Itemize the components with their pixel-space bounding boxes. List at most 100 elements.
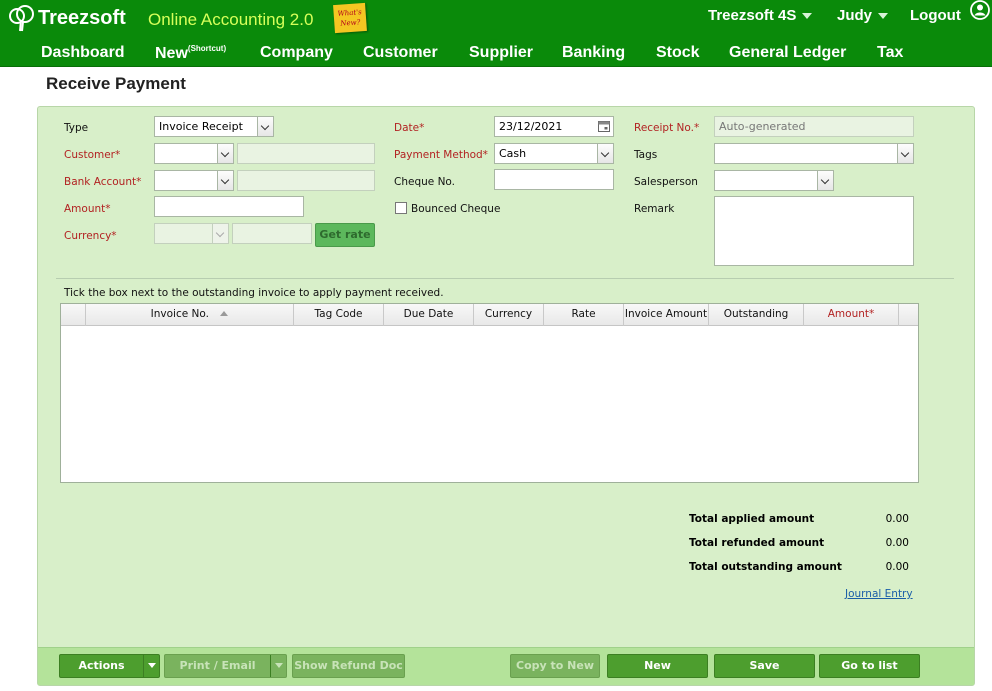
user-circle-icon[interactable] xyxy=(970,0,990,20)
chevron-down-icon xyxy=(878,12,889,19)
top-bar: Treezsoft Online Accounting 2.0 What's N… xyxy=(0,0,992,36)
company-name: Treezsoft 4S xyxy=(708,7,797,24)
get-rate-button[interactable]: Get rate xyxy=(315,223,375,247)
logout-link[interactable]: Logout xyxy=(910,7,961,24)
column-invoice-amount[interactable]: Invoice Amount xyxy=(624,304,709,326)
date-label: Date* xyxy=(394,122,425,134)
calendar-icon[interactable] xyxy=(598,120,610,132)
remark-label: Remark xyxy=(634,203,675,215)
main-nav: Dashboard New(Shortcut) Company Customer… xyxy=(0,36,992,67)
receipt-no-label: Receipt No.* xyxy=(634,122,700,134)
receive-payment-form: Type Invoice Receipt Customer* Bank Acco… xyxy=(37,106,975,686)
bounced-cheque-label: Bounced Cheque xyxy=(411,203,501,215)
action-bar: Actions Print / Email Show Refund Doc Co… xyxy=(38,647,974,685)
copy-to-new-button[interactable]: Copy to New xyxy=(510,654,600,678)
actions-label: Actions xyxy=(78,659,125,672)
tagline: Online Accounting 2.0 xyxy=(148,10,314,29)
type-select[interactable]: Invoice Receipt xyxy=(154,116,274,137)
grid-header-spacer xyxy=(899,304,918,326)
customer-name-field xyxy=(237,143,375,164)
total-applied-label: Total applied amount xyxy=(689,513,815,525)
logout-label: Logout xyxy=(910,7,961,24)
chevron-down-icon xyxy=(817,171,833,190)
sort-ascending-icon xyxy=(220,311,229,316)
column-amount[interactable]: Amount* xyxy=(804,304,899,326)
salesperson-label: Salesperson xyxy=(634,176,698,188)
column-outstanding[interactable]: Outstanding xyxy=(709,304,804,326)
nav-customer[interactable]: Customer xyxy=(363,44,438,62)
total-applied-value: 0.00 xyxy=(885,513,909,525)
nav-dashboard[interactable]: Dashboard xyxy=(41,44,125,62)
remark-textarea[interactable] xyxy=(714,196,914,266)
nav-new-shortcut: (Shortcut) xyxy=(187,44,227,53)
column-rate[interactable]: Rate xyxy=(544,304,624,326)
payment-method-select[interactable]: Cash xyxy=(494,143,614,164)
date-value: 23/12/2021 xyxy=(499,120,563,133)
customer-label: Customer* xyxy=(64,149,121,161)
chevron-down-icon xyxy=(217,171,233,190)
tags-select[interactable] xyxy=(714,143,914,164)
section-divider xyxy=(56,278,954,279)
journal-entry-link[interactable]: Journal Entry xyxy=(845,588,913,600)
brand-name: Treezsoft xyxy=(38,6,126,29)
user-name: Judy xyxy=(837,7,873,24)
total-refunded-label: Total refunded amount xyxy=(689,537,825,549)
bank-account-label: Bank Account* xyxy=(64,176,142,188)
company-switcher[interactable]: Treezsoft 4S xyxy=(708,7,813,24)
payment-method-value: Cash xyxy=(499,147,527,160)
nav-tax[interactable]: Tax xyxy=(877,44,903,62)
whats-new-sticker[interactable]: What's New? xyxy=(333,2,367,34)
chevron-down-icon[interactable] xyxy=(270,655,286,677)
chevron-down-icon xyxy=(257,117,273,136)
customer-select[interactable] xyxy=(154,143,234,164)
nav-company[interactable]: Company xyxy=(260,44,333,62)
tree-logo-icon xyxy=(9,5,34,32)
chevron-down-icon[interactable] xyxy=(143,655,159,677)
receipt-no-input: Auto-generated xyxy=(714,116,914,137)
page-title: Receive Payment xyxy=(46,74,186,93)
show-refund-doc-button[interactable]: Show Refund Doc xyxy=(292,654,405,678)
nav-general-ledger[interactable]: General Ledger xyxy=(729,44,846,62)
total-outstanding-value: 0.00 xyxy=(885,561,909,573)
exchange-rate-field xyxy=(232,223,312,244)
nav-new-label: New xyxy=(155,45,188,62)
new-button[interactable]: New xyxy=(607,654,708,678)
total-refunded-value: 0.00 xyxy=(885,537,909,549)
bank-account-select[interactable] xyxy=(154,170,234,191)
bounced-cheque-checkbox[interactable] xyxy=(395,202,407,214)
nav-banking[interactable]: Banking xyxy=(562,44,625,62)
outstanding-invoices-grid[interactable]: Invoice No. Tag Code Due Date Currency R… xyxy=(60,303,919,483)
chevron-down-icon xyxy=(897,144,913,163)
type-label: Type xyxy=(64,122,89,134)
currency-select xyxy=(154,223,229,244)
column-currency[interactable]: Currency xyxy=(474,304,544,326)
nav-stock[interactable]: Stock xyxy=(656,44,700,62)
user-menu[interactable]: Judy xyxy=(837,7,889,24)
print-email-button[interactable]: Print / Email xyxy=(164,654,287,678)
currency-label: Currency* xyxy=(64,230,117,242)
chevron-down-icon xyxy=(597,144,613,163)
bank-account-name-field xyxy=(237,170,375,191)
column-invoice-no[interactable]: Invoice No. xyxy=(86,304,294,326)
chevron-down-icon xyxy=(212,224,228,243)
tags-label: Tags xyxy=(634,149,658,161)
amount-input[interactable] xyxy=(154,196,304,217)
chevron-down-icon xyxy=(217,144,233,163)
nav-new[interactable]: New(Shortcut) xyxy=(155,44,226,63)
grid-select-column[interactable] xyxy=(61,304,86,326)
brand-logo[interactable]: Treezsoft xyxy=(6,3,126,33)
column-invoice-no-label: Invoice No. xyxy=(150,308,209,320)
save-button[interactable]: Save xyxy=(714,654,815,678)
actions-button[interactable]: Actions xyxy=(59,654,160,678)
go-to-list-button[interactable]: Go to list xyxy=(819,654,920,678)
nav-supplier[interactable]: Supplier xyxy=(469,44,533,62)
receipt-no-placeholder: Auto-generated xyxy=(719,120,806,133)
column-tag-code[interactable]: Tag Code xyxy=(294,304,384,326)
column-due-date[interactable]: Due Date xyxy=(384,304,474,326)
chevron-down-icon xyxy=(802,12,813,19)
cheque-no-input[interactable] xyxy=(494,169,614,190)
salesperson-select[interactable] xyxy=(714,170,834,191)
total-outstanding-label: Total outstanding amount xyxy=(689,561,842,573)
amount-label: Amount* xyxy=(64,203,111,215)
date-input[interactable]: 23/12/2021 xyxy=(494,116,614,137)
